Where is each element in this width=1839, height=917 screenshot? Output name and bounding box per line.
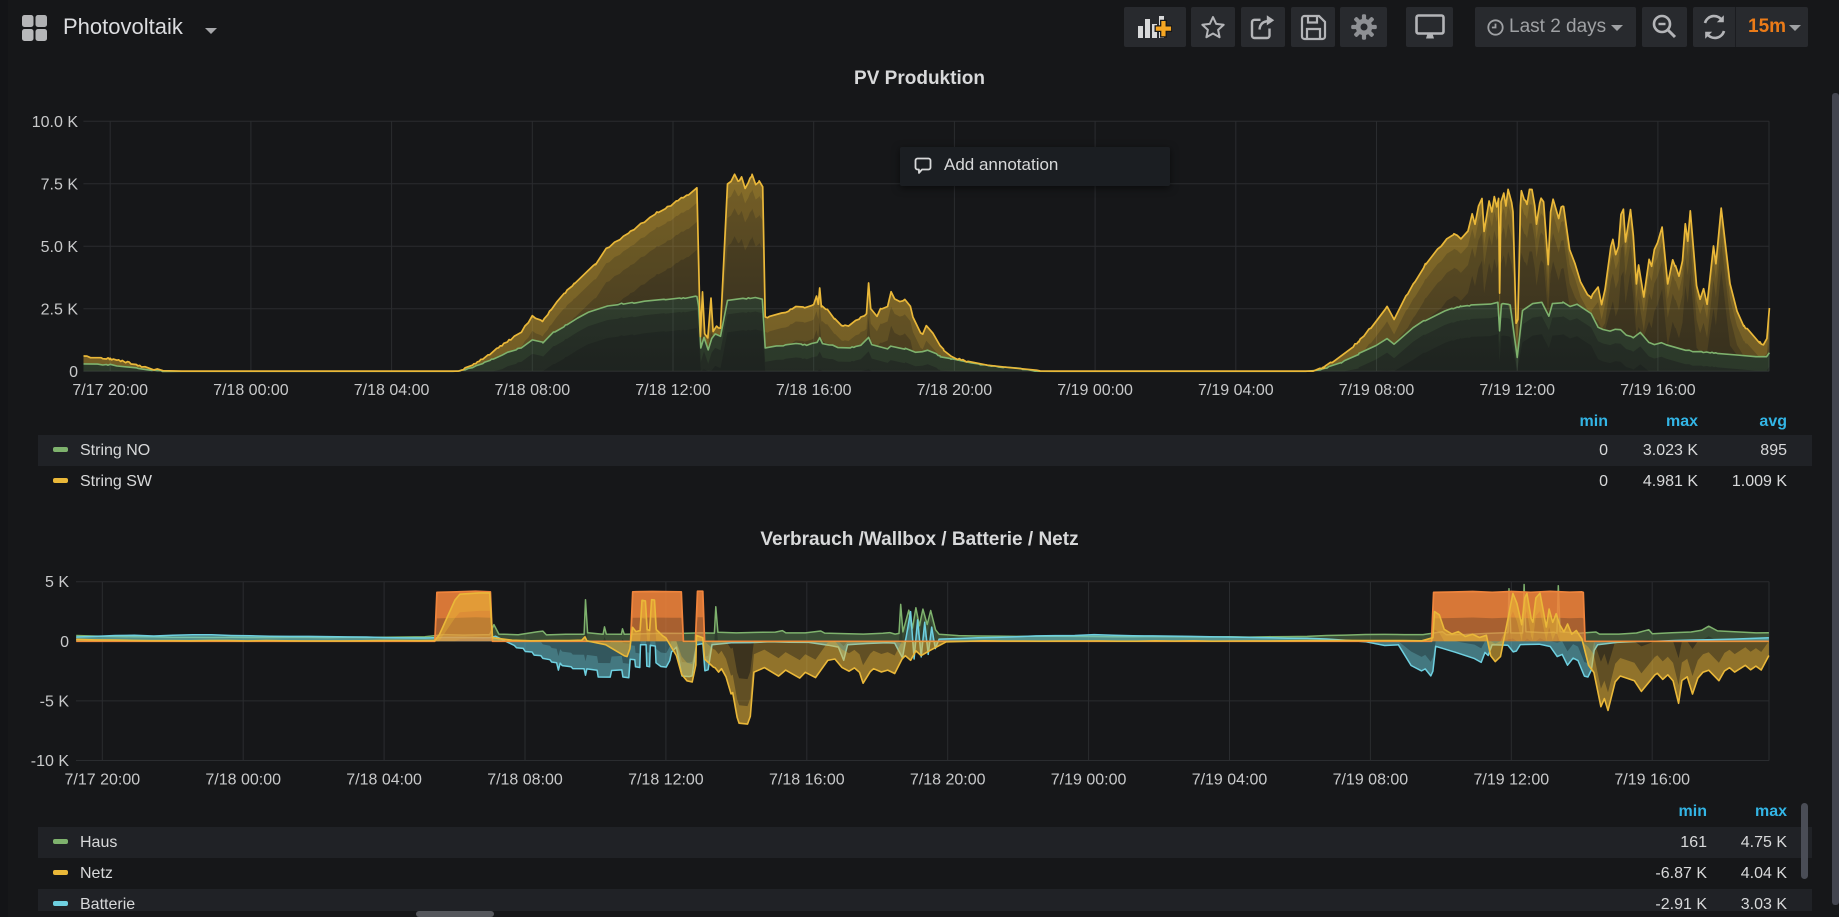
svg-text:7/18 16:00: 7/18 16:00	[776, 382, 852, 399]
svg-text:7/18 20:00: 7/18 20:00	[910, 772, 986, 789]
svg-text:7/18 12:00: 7/18 12:00	[635, 382, 711, 399]
svg-text:0: 0	[69, 364, 78, 381]
svg-text:7/18 00:00: 7/18 00:00	[213, 382, 289, 399]
svg-text:7/19 12:00: 7/19 12:00	[1473, 772, 1549, 789]
svg-text:7/18 20:00: 7/18 20:00	[917, 382, 993, 399]
svg-text:0: 0	[60, 634, 69, 651]
svg-text:7/19 08:00: 7/19 08:00	[1333, 772, 1409, 789]
svg-text:7/19 12:00: 7/19 12:00	[1479, 382, 1555, 399]
svg-text:7.5 K: 7.5 K	[41, 176, 79, 193]
svg-text:7/17 20:00: 7/17 20:00	[72, 382, 148, 399]
svg-text:-5 K: -5 K	[40, 693, 70, 710]
svg-text:-10 K: -10 K	[31, 753, 70, 770]
svg-text:2.5 K: 2.5 K	[41, 301, 79, 318]
svg-text:7/18 00:00: 7/18 00:00	[205, 772, 281, 789]
svg-text:5 K: 5 K	[45, 574, 69, 591]
svg-text:5.0 K: 5.0 K	[41, 239, 79, 256]
svg-text:7/19 00:00: 7/19 00:00	[1051, 772, 1127, 789]
svg-text:7/17 20:00: 7/17 20:00	[64, 772, 140, 789]
svg-text:7/19 00:00: 7/19 00:00	[1057, 382, 1133, 399]
svg-text:7/19 08:00: 7/19 08:00	[1339, 382, 1415, 399]
svg-text:10.0 K: 10.0 K	[32, 114, 79, 131]
svg-text:7/19 04:00: 7/19 04:00	[1192, 772, 1268, 789]
svg-text:7/18 04:00: 7/18 04:00	[354, 382, 430, 399]
svg-text:7/18 16:00: 7/18 16:00	[769, 772, 845, 789]
svg-text:7/18 04:00: 7/18 04:00	[346, 772, 422, 789]
svg-text:7/18 12:00: 7/18 12:00	[628, 772, 704, 789]
svg-text:7/19 16:00: 7/19 16:00	[1614, 772, 1690, 789]
svg-text:7/18 08:00: 7/18 08:00	[494, 382, 570, 399]
svg-text:7/19 04:00: 7/19 04:00	[1198, 382, 1274, 399]
svg-text:7/18 08:00: 7/18 08:00	[487, 772, 563, 789]
svg-text:7/19 16:00: 7/19 16:00	[1620, 382, 1696, 399]
